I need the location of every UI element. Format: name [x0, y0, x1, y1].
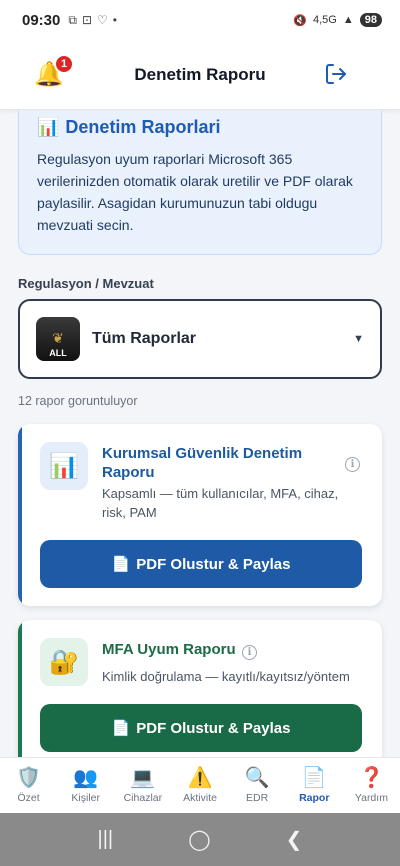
generate-pdf-button[interactable]: 📄 PDF Olustur & Paylas — [40, 540, 362, 588]
info-title-text: Denetim Raporlari — [65, 117, 221, 137]
nav-label: Rapor — [299, 792, 330, 804]
nav-item-edr[interactable]: 🔍 EDR — [229, 758, 286, 813]
chevron-down-icon: ▼ — [353, 333, 364, 345]
nav-item-aktivite[interactable]: ⚠️ Aktivite — [171, 758, 228, 813]
bar-chart-icon: 📊 — [40, 442, 88, 490]
notification-badge: 1 — [54, 54, 74, 74]
home-icon[interactable]: ◯ — [188, 827, 210, 852]
info-title: 📊 Denetim Raporlari — [37, 117, 363, 138]
info-card: 📊 Denetim Raporlari Regulasyon uyum rapo… — [18, 111, 382, 255]
document-icon: 📄 — [111, 556, 131, 573]
shield-icon: 🛡️ — [16, 767, 42, 789]
back-icon[interactable]: ❮ — [286, 827, 303, 852]
status-right: 🔇 4,5G ▲ 98 — [293, 13, 382, 27]
notif-app-icon: ⧉ — [68, 12, 77, 27]
signal-icon: ▲ — [342, 14, 354, 26]
status-notification-icons: ⧉ ⊡ ♡ • — [68, 13, 117, 28]
generate-pdf-label: PDF Olustur & Paylas — [136, 719, 291, 737]
page-title: Denetim Raporu — [134, 64, 266, 84]
report-card-security[interactable]: 📊 Kurumsal Güvenlik Denetim Raporu i Kap… — [18, 424, 382, 606]
nav-item-ozet[interactable]: 🛡️ Özet — [0, 758, 57, 813]
nav-label: Kişiler — [71, 792, 100, 804]
regulation-logo-text: ALL — [49, 348, 67, 358]
regulation-logo: ❦ ALL — [36, 317, 80, 361]
regulation-label: Regulasyon / Mevzuat — [18, 276, 154, 291]
system-nav-bar: ||| ◯ ❮ — [0, 813, 400, 866]
report-description: Kimlik doğrulama — kayıtlı/kayıtsız/yönt… — [102, 669, 350, 684]
info-icon[interactable]: i — [345, 457, 360, 472]
nav-item-yardim[interactable]: ❓ Yardım — [343, 758, 400, 813]
question-icon: ❓ — [358, 767, 384, 789]
laurel-icon: ❦ — [52, 330, 64, 346]
document-icon: 📄 — [111, 720, 131, 737]
notif-scan-icon: ⊡ — [81, 13, 93, 27]
notif-dot-icon: • — [112, 13, 117, 27]
app-header: 🔔 1 Denetim Raporu — [0, 40, 400, 110]
generate-pdf-button[interactable]: 📄 PDF Olustur & Paylas — [40, 704, 362, 752]
report-title: Kurumsal Güvenlik Denetim Raporu — [102, 445, 303, 481]
status-bar: 09:30 ⧉ ⊡ ♡ • 🔇 4,5G ▲ 98 — [0, 0, 400, 40]
report-card-mfa[interactable]: 🔐 MFA Uyum Raporu i Kimlik doğrulama — k… — [18, 620, 382, 757]
report-icon: 📄 — [301, 767, 327, 789]
nav-label: Aktivite — [183, 792, 217, 804]
nav-label: Cihazlar — [123, 792, 163, 804]
mute-icon: 🔇 — [293, 14, 307, 27]
report-title: MFA Uyum Raporu — [102, 641, 236, 658]
logout-icon[interactable] — [324, 62, 348, 86]
battery-badge: 98 — [359, 13, 382, 27]
info-text: Regulasyon uyum raporlari Microsoft 365 … — [37, 151, 353, 233]
nav-item-rapor[interactable]: 📄 Rapor — [286, 758, 343, 813]
report-count: 12 rapor goruntuluyor — [18, 394, 138, 408]
bottom-nav: 🛡️ Özet 👥 Kişiler 💻 Cihazlar ⚠️ Aktivite… — [0, 757, 400, 813]
network-label: 4,5G — [313, 14, 337, 26]
generate-pdf-label: PDF Olustur & Paylas — [136, 555, 291, 573]
regulation-select[interactable]: ❦ ALL Tüm Raporlar ▼ — [18, 299, 382, 379]
laptop-icon: 💻 — [130, 767, 156, 789]
search-icon: 🔍 — [244, 767, 270, 789]
nav-label: Özet — [17, 792, 40, 804]
regulation-selected-value: Tüm Raporlar — [92, 330, 197, 347]
status-time: 09:30 — [22, 11, 61, 29]
warning-icon: ⚠️ — [187, 767, 213, 789]
info-icon[interactable]: i — [242, 645, 257, 660]
nav-item-kisiler[interactable]: 👥 Kişiler — [57, 758, 114, 813]
nav-label: Yardım — [354, 792, 388, 804]
report-description: Kapsamlı — tüm kullanıcılar, MFA, cihaz,… — [102, 486, 339, 520]
main-content[interactable]: 📊 Denetim Raporlari Regulasyon uyum rapo… — [0, 111, 400, 757]
nav-item-cihazlar[interactable]: 💻 Cihazlar — [114, 758, 171, 813]
nav-label: EDR — [246, 792, 269, 804]
bar-chart-icon: 📊 — [37, 117, 60, 137]
lock-icon: 🔐 — [40, 638, 88, 686]
recent-apps-icon[interactable]: ||| — [98, 828, 114, 851]
notif-heart-icon: ♡ — [97, 13, 108, 27]
users-icon: 👥 — [73, 767, 99, 789]
